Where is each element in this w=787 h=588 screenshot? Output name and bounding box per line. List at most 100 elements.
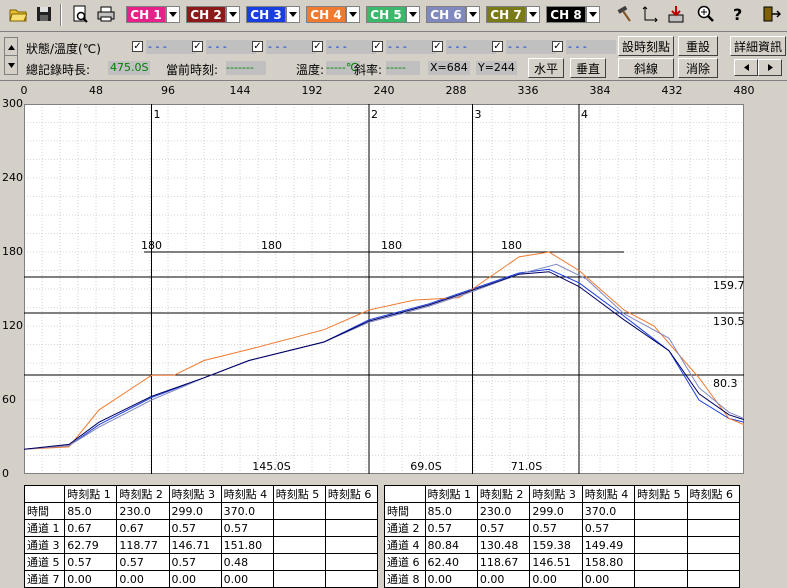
svg-text:?: ? [733, 5, 742, 23]
open-folder-icon[interactable] [8, 4, 28, 24]
chevron-down-icon[interactable] [286, 6, 300, 23]
zoom-icon[interactable] [696, 4, 716, 24]
clear-button[interactable]: 消除 [678, 58, 718, 78]
current-time-value: ------- [226, 61, 266, 75]
x-tick-label: 144 [229, 84, 251, 97]
x-tick-label: 384 [589, 84, 611, 97]
channel-checkbox-1[interactable]: ✓ [132, 41, 143, 52]
toolbar: CH 1 CH 2 CH 3 CH 4 CH 5 CH 6 CH 7 CH 8 [0, 0, 787, 30]
table-row: 通道 5 0.57 0.57 0.57 0.48 [23, 553, 379, 571]
chevron-down-icon[interactable] [346, 6, 360, 23]
table-cell [686, 570, 741, 588]
channel-temp-value: - - - [386, 40, 436, 54]
table-cell [272, 570, 326, 588]
channel-label: CH 5 [366, 6, 406, 23]
channel-checkbox-6[interactable]: ✓ [432, 41, 443, 52]
table-cell: 0.48 [220, 553, 274, 571]
toolbar-separator [60, 4, 62, 26]
save-disk-icon[interactable] [34, 4, 54, 24]
channel-checkbox-2[interactable]: ✓ [192, 41, 203, 52]
channel-checkbox-4[interactable]: ✓ [312, 41, 323, 52]
reference-line-label: 180 [501, 239, 522, 252]
temperature-chart[interactable]: 159.7 130.5 80.3 1 2 3 4 180 180 180 180 145.0S 69.0… [24, 104, 744, 474]
details-button[interactable]: 詳細資訊 [730, 36, 786, 56]
table-cell [272, 502, 326, 520]
table-cell [324, 536, 379, 554]
axes-icon[interactable] [640, 4, 660, 24]
table-row: 通道 1 0.67 0.67 0.57 0.57 [23, 519, 379, 537]
print-preview-icon[interactable] [70, 4, 90, 24]
table-cell [23, 485, 66, 503]
vertical-line-button[interactable]: 垂直 [570, 58, 606, 78]
print-icon[interactable] [96, 4, 116, 24]
chevron-down-icon[interactable] [406, 6, 420, 23]
table-cell [324, 519, 379, 537]
table-cell: 62.40 [424, 553, 478, 571]
table-cell: 通道 7 [23, 570, 66, 588]
channel-checkbox-3[interactable]: ✓ [252, 41, 263, 52]
chevron-down-icon[interactable] [466, 6, 480, 23]
table-cell: 時刻點 4 [581, 485, 636, 503]
table-cell: 0.00 [476, 570, 531, 588]
table-cell: 85.0 [424, 502, 478, 520]
table-cell: 時刻點 2 [116, 485, 170, 503]
horizontal-line-button[interactable]: 水平 [528, 58, 564, 78]
table-cell: 0.00 [424, 570, 478, 588]
scroll-right-button[interactable] [758, 59, 782, 76]
table-cell: 0.57 [424, 519, 478, 537]
table-cell: 0.00 [529, 570, 583, 588]
vertical-marker-label: 2 [371, 108, 378, 121]
download-icon[interactable] [666, 4, 686, 24]
channel-selector-3[interactable]: CH 3 [246, 6, 300, 23]
channel-checkbox-7[interactable]: ✓ [492, 41, 503, 52]
table-cell [686, 553, 741, 571]
table-row: 通道 7 0.00 0.00 0.00 0.00 [23, 570, 379, 588]
hammer-icon[interactable] [614, 4, 634, 24]
channel-selector-6[interactable]: CH 6 [426, 6, 480, 23]
exit-icon[interactable] [762, 4, 782, 24]
vertical-marker-label: 4 [581, 108, 588, 121]
chevron-down-icon[interactable] [586, 6, 600, 23]
channel-checkbox-8[interactable]: ✓ [552, 41, 563, 52]
channel-selector-7[interactable]: CH 7 [486, 6, 540, 23]
table-cell: 0.57 [476, 519, 531, 537]
y-tick-label: 300 [2, 97, 23, 110]
total-duration-label: 總記錄時長: [26, 63, 91, 77]
table-cell [324, 553, 379, 571]
chevron-down-icon[interactable] [166, 6, 180, 23]
chevron-down-icon[interactable] [526, 6, 540, 23]
diagonal-line-button[interactable]: 斜線 [618, 58, 674, 78]
channel-selector-1[interactable]: CH 1 [126, 6, 180, 23]
table-header-row: 時刻點 1 時刻點 2 時刻點 3 時刻點 4 時刻點 5 時刻點 6 [384, 485, 741, 503]
slope-label: 斜率: [354, 63, 383, 77]
table-cell: 0.00 [581, 570, 636, 588]
channel-checkbox-5[interactable]: ✓ [372, 41, 383, 52]
x-tick-label: 96 [161, 84, 175, 97]
table-row: 通道 4 80.84 130.48 159.38 149.49 [384, 536, 741, 554]
x-tick-label: 480 [733, 84, 755, 97]
interval-duration-label: 69.0S [410, 460, 441, 473]
channel-selector-4[interactable]: CH 4 [306, 6, 360, 23]
chevron-down-icon[interactable] [226, 6, 240, 23]
vertical-marker-label: 1 [154, 108, 161, 121]
channel-selector-5[interactable]: CH 5 [366, 6, 420, 23]
x-tick-label: 240 [373, 84, 395, 97]
channel-selector-8[interactable]: CH 8 [546, 6, 600, 23]
table-cell: 通道 5 [23, 553, 66, 571]
total-duration-value: 475.0S [108, 61, 151, 75]
table-cell: 0.00 [116, 570, 170, 588]
scroll-left-button[interactable] [734, 59, 758, 76]
scroll-up-button[interactable] [4, 37, 18, 57]
help-icon[interactable]: ? [728, 4, 748, 24]
table-cell [272, 536, 326, 554]
set-time-point-button[interactable]: 設時刻點 [618, 36, 674, 56]
table-cell: 299.0 [168, 502, 222, 520]
table-row: 通道 3 62.79 118.77 146.71 151.80 [23, 536, 379, 554]
reset-button[interactable]: 重設 [678, 36, 718, 56]
channel-label: CH 6 [426, 6, 466, 23]
channel-temp-value: - - - [506, 40, 556, 54]
y-tick-label: 0 [2, 467, 9, 480]
channel-selector-2[interactable]: CH 2 [186, 6, 240, 23]
table-cell: 時刻點 5 [634, 485, 688, 503]
scroll-down-button[interactable] [4, 55, 18, 75]
